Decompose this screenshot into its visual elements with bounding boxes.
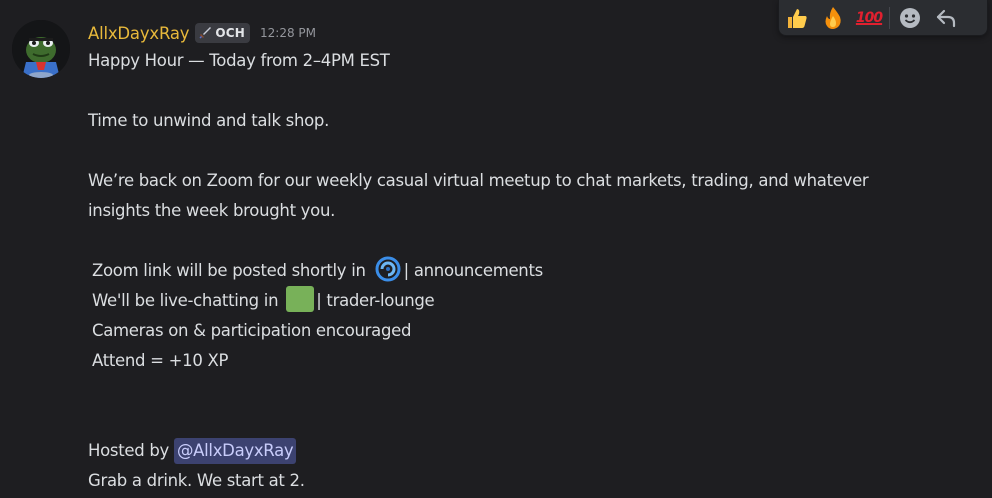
line-text: We'll be live-chatting in <box>92 291 279 310</box>
message-line: Grab a drink. We start at 2. <box>88 471 305 490</box>
channel-separator: | <box>403 261 410 280</box>
message-line: Cameras on & participation encouraged <box>92 321 412 340</box>
guild-tag-label: OCH <box>215 26 246 40</box>
author-username[interactable]: AllxDayxRay <box>88 24 190 43</box>
channel-name: announcements <box>413 261 543 280</box>
message-line: Attend = +10 XP <box>92 351 229 370</box>
add-reaction-icon <box>900 7 920 28</box>
thumbs-up-icon <box>788 8 807 28</box>
reaction-thumbs-up-button[interactable] <box>779 2 815 34</box>
message-line: Time to unwind and talk shop. <box>88 111 330 130</box>
message-line: Zoom link will be posted shortly in | an… <box>88 256 988 286</box>
message-line: insights the week brought you. <box>88 201 336 220</box>
message-timestamp[interactable]: 12:28 PM <box>260 26 316 40</box>
fire-icon <box>825 6 841 29</box>
line-text: Hosted by <box>88 441 169 460</box>
reaction-hundred-button[interactable]: 100 <box>851 2 887 34</box>
message-actions-toolbar: 100 <box>778 0 988 36</box>
channel-mention-announcements[interactable]: | announcements <box>371 256 543 282</box>
line-text: Zoom link will be posted shortly in <box>92 261 366 280</box>
message-line: Hosted by @AllxDayxRay <box>88 436 988 466</box>
message-line: Happy Hour — Today from 2–4PM EST <box>88 51 390 70</box>
reaction-fire-button[interactable] <box>815 2 851 34</box>
message-content: Happy Hour — Today from 2–4PM EST Time t… <box>88 46 988 496</box>
channel-separator: | <box>316 291 322 310</box>
user-avatar[interactable] <box>12 20 70 78</box>
frog-avatar-icon <box>12 20 70 78</box>
sword-icon <box>199 27 212 39</box>
add-reaction-button[interactable] <box>892 2 928 34</box>
toolbar-divider <box>889 6 890 29</box>
channel-mention-trader-lounge[interactable]: | trader-lounge <box>283 286 435 312</box>
channel-name: trader-lounge <box>326 291 435 310</box>
reply-button[interactable] <box>928 2 964 34</box>
message-header: AllxDayxRay OCH 12:28 PM <box>88 20 316 46</box>
reply-icon <box>936 9 956 27</box>
guild-tag[interactable]: OCH <box>195 23 251 43</box>
chat-message: AllxDayxRay OCH 12:28 PM Happy Hour — To… <box>0 0 992 498</box>
user-mention[interactable]: @AllxDayxRay <box>173 438 297 464</box>
message-line: We’re back on Zoom for our weekly casual… <box>88 171 869 190</box>
hundred-points-icon: 100 <box>855 9 883 26</box>
message-line: We'll be live-chatting in | trader-loung… <box>88 286 988 316</box>
